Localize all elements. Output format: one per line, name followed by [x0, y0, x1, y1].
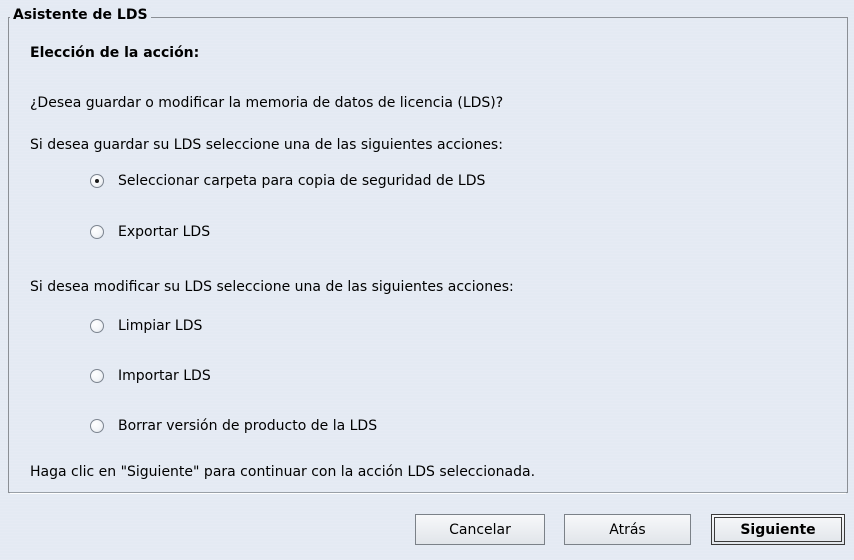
- radio-label[interactable]: Limpiar LDS: [118, 318, 202, 334]
- footer-hint-text: Haga clic en "Siguiente" para continuar …: [30, 464, 536, 480]
- section-heading: Elección de la acción:: [30, 45, 200, 61]
- radio-button-icon[interactable]: [90, 174, 104, 188]
- radio-option-export[interactable]: Exportar LDS: [90, 224, 210, 240]
- back-button[interactable]: Atrás: [564, 514, 691, 545]
- radio-button-icon[interactable]: [90, 319, 104, 333]
- button-bar-separator: [10, 492, 846, 494]
- radio-option-backup-folder[interactable]: Seleccionar carpeta para copia de seguri…: [90, 173, 485, 189]
- wizard-title: Asistente de LDS: [10, 7, 151, 23]
- next-button[interactable]: Siguiente: [711, 514, 845, 545]
- modify-intro-text: Si desea modificar su LDS seleccione una…: [30, 279, 514, 295]
- radio-button-icon[interactable]: [90, 369, 104, 383]
- radio-label[interactable]: Seleccionar carpeta para copia de seguri…: [118, 173, 485, 189]
- radio-option-clean[interactable]: Limpiar LDS: [90, 318, 202, 334]
- radio-label[interactable]: Exportar LDS: [118, 224, 210, 240]
- cancel-button[interactable]: Cancelar: [415, 514, 545, 545]
- radio-label[interactable]: Importar LDS: [118, 368, 211, 384]
- lds-wizard-window: Asistente de LDS Elección de la acción: …: [0, 0, 854, 560]
- radio-button-icon[interactable]: [90, 225, 104, 239]
- radio-button-icon[interactable]: [90, 419, 104, 433]
- save-intro-text: Si desea guardar su LDS seleccione una d…: [30, 137, 503, 153]
- radio-option-import[interactable]: Importar LDS: [90, 368, 211, 384]
- question-text: ¿Desea guardar o modificar la memoria de…: [30, 95, 504, 111]
- radio-label[interactable]: Borrar versión de producto de la LDS: [118, 418, 377, 434]
- radio-option-delete-version[interactable]: Borrar versión de producto de la LDS: [90, 418, 377, 434]
